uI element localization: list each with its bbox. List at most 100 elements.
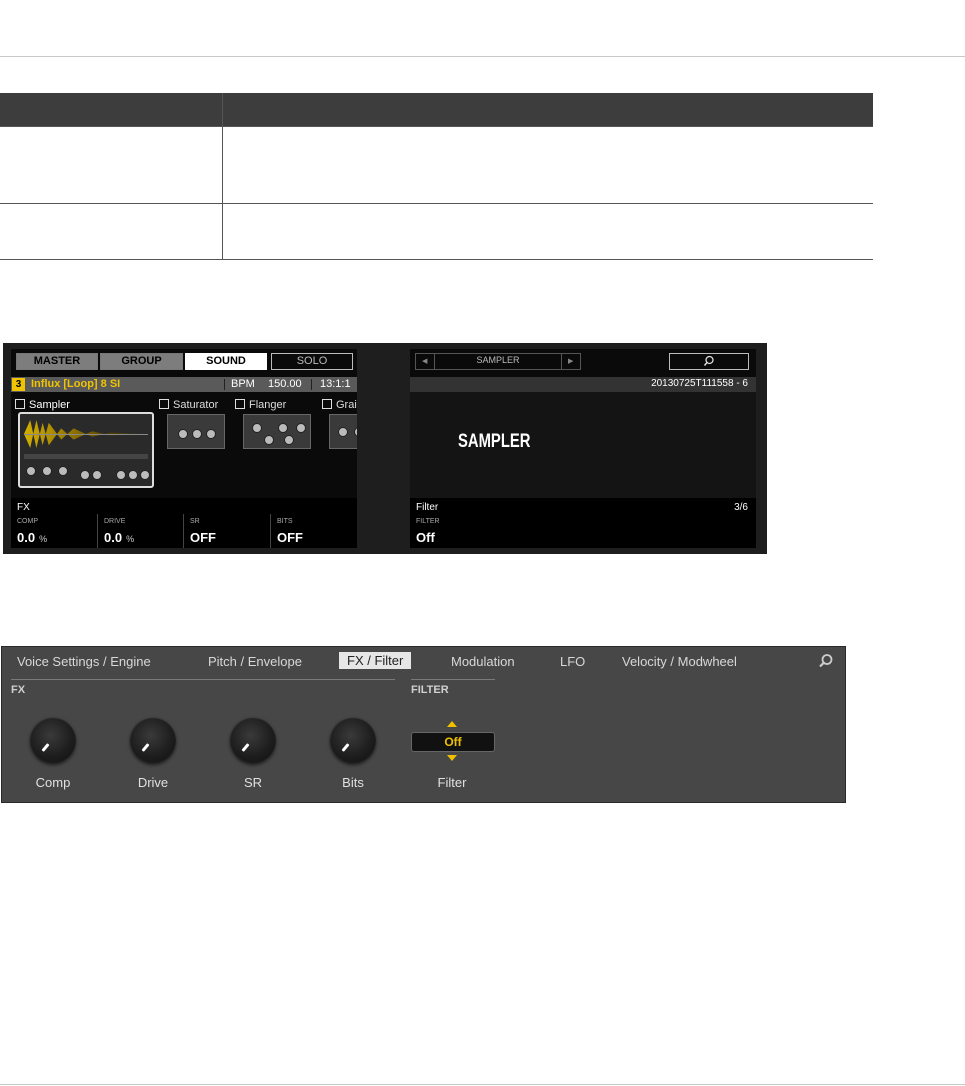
mini-knob: [26, 466, 36, 476]
tab-velocity-modwheel[interactable]: Velocity / Modwheel: [622, 654, 737, 669]
top-rule: [0, 56, 965, 57]
knob-indicator: [141, 743, 150, 752]
mini-knob: [116, 470, 126, 480]
tab-pitch-envelope[interactable]: Pitch / Envelope: [208, 654, 302, 669]
param-value: OFF: [277, 530, 303, 545]
mini-knob: [80, 470, 90, 480]
reference-table: [0, 93, 873, 260]
page-title: Filter: [416, 502, 439, 513]
tab-master[interactable]: MASTER: [16, 353, 98, 370]
left-display: MASTER GROUP SOUND SOLO 3 Influx [Loop] …: [11, 349, 357, 548]
filter-label: Filter: [437, 775, 467, 790]
plugin-name: SAMPLER: [476, 355, 520, 365]
tab-fx-filter[interactable]: FX / Filter: [339, 652, 412, 669]
comp-knob[interactable]: [30, 717, 76, 763]
bpm-value: 150.00: [268, 378, 302, 390]
plugin-slot-sampler[interactable]: Sampler: [15, 399, 70, 411]
bits-knob[interactable]: [330, 717, 376, 763]
mini-knob: [140, 470, 150, 480]
param-value: 0.0%: [17, 530, 48, 545]
param-bits[interactable]: BITS OFF: [270, 514, 355, 548]
mini-knob: [206, 429, 216, 439]
param-sr[interactable]: SR OFF: [183, 514, 268, 548]
tab-voice-settings[interactable]: Voice Settings / Engine: [17, 654, 151, 669]
mini-knob: [92, 470, 102, 480]
tab-solo[interactable]: SOLO: [271, 353, 353, 370]
comp-label: Comp: [35, 775, 71, 790]
bottom-rule: [0, 1084, 965, 1085]
grain-thumbnail: [329, 414, 357, 449]
bpm-label: BPM: [231, 378, 255, 390]
decrement-arrow-icon[interactable]: [447, 755, 457, 761]
drive-label: Drive: [137, 775, 169, 790]
plugin-logo-text: SAMPLER: [458, 431, 531, 452]
mini-knob: [192, 429, 202, 439]
plugin-slot-flanger[interactable]: Flanger: [235, 399, 286, 411]
param-label: BITS: [277, 518, 293, 525]
sr-knob[interactable]: [230, 717, 276, 763]
sampler-plugin-panel: Voice Settings / Engine Pitch / Envelope…: [1, 646, 846, 803]
param-label: DRIVE: [104, 518, 126, 525]
param-row: [24, 454, 148, 459]
param-drive[interactable]: DRIVE 0.0%: [97, 514, 182, 548]
page-count: 3/6: [734, 502, 748, 513]
param-filter[interactable]: FILTER Off: [410, 514, 494, 548]
fx-page-title: FX: [17, 502, 30, 513]
fx-section-line: [11, 679, 395, 680]
effect-icon: [159, 399, 169, 409]
sound-name: Influx [Loop] 8 SI: [31, 378, 121, 390]
table-header-row: [0, 93, 873, 127]
search-icon: [703, 355, 714, 366]
increment-arrow-icon[interactable]: [447, 721, 457, 727]
param-value: OFF: [190, 530, 216, 545]
filter-parameter-bar: Filter 3/6 FILTER Off: [410, 498, 756, 548]
param-value: 0.0%: [104, 530, 135, 545]
mini-knob: [338, 427, 348, 437]
mini-knob: [278, 423, 288, 433]
plugin-page-tabs: Voice Settings / Engine Pitch / Envelope…: [2, 647, 845, 675]
tab-sound[interactable]: SOUND: [185, 353, 267, 370]
instrument-icon: [15, 399, 25, 409]
mini-knob: [178, 429, 188, 439]
drive-knob[interactable]: [130, 717, 176, 763]
plugin-logo-area: SAMPLER: [410, 392, 756, 498]
table-row: [0, 203, 873, 260]
search-icon[interactable]: [818, 653, 834, 669]
plugin-slot-saturator[interactable]: Saturator: [159, 399, 218, 411]
right-display: ◀ SAMPLER ▶ 20130725T111558 - 6 SAMPLER …: [410, 349, 756, 548]
mini-knob: [128, 470, 138, 480]
filter-selector[interactable]: Off: [411, 732, 495, 752]
effect-icon: [322, 399, 332, 409]
saturator-thumbnail: [167, 414, 225, 449]
param-comp[interactable]: COMP 0.0%: [11, 514, 95, 548]
song-position: 13:1:1: [320, 378, 351, 390]
mini-knob: [58, 466, 68, 476]
tab-group[interactable]: GROUP: [100, 353, 183, 370]
effect-icon: [235, 399, 245, 409]
slot-number-badge: 3: [12, 378, 25, 391]
sampler-thumbnail: [18, 412, 154, 488]
tab-lfo[interactable]: LFO: [560, 654, 585, 669]
param-label: FILTER: [416, 518, 440, 525]
sample-name-bar: 20130725T111558 - 6: [410, 377, 756, 392]
param-label: COMP: [17, 518, 38, 525]
mini-knob: [354, 427, 357, 437]
mini-knob: [42, 466, 52, 476]
knob-indicator: [41, 743, 50, 752]
fx-section-label: FX: [11, 684, 26, 696]
right-arrow-icon[interactable]: ▶: [568, 357, 573, 365]
fx-parameter-bar: FX COMP 0.0% DRIVE 0.0% SR OFF BITS OFF: [11, 498, 357, 548]
search-button[interactable]: [669, 353, 749, 370]
filter-section-label: FILTER: [411, 684, 449, 696]
nav-divider: [561, 354, 562, 369]
mini-knob: [252, 423, 262, 433]
tab-modulation[interactable]: Modulation: [451, 654, 515, 669]
sound-info-bar: 3 Influx [Loop] 8 SI BPM 150.00 13:1:1: [11, 377, 357, 392]
knob-indicator: [341, 743, 350, 752]
separator: [311, 379, 312, 390]
hardware-displays: MASTER GROUP SOUND SOLO 3 Influx [Loop] …: [3, 343, 767, 554]
plugin-slot-grain[interactable]: Grai: [322, 399, 357, 411]
plugin-navigator[interactable]: ◀ SAMPLER ▶: [415, 353, 581, 370]
separator: [224, 379, 225, 390]
flanger-thumbnail: [243, 414, 311, 449]
